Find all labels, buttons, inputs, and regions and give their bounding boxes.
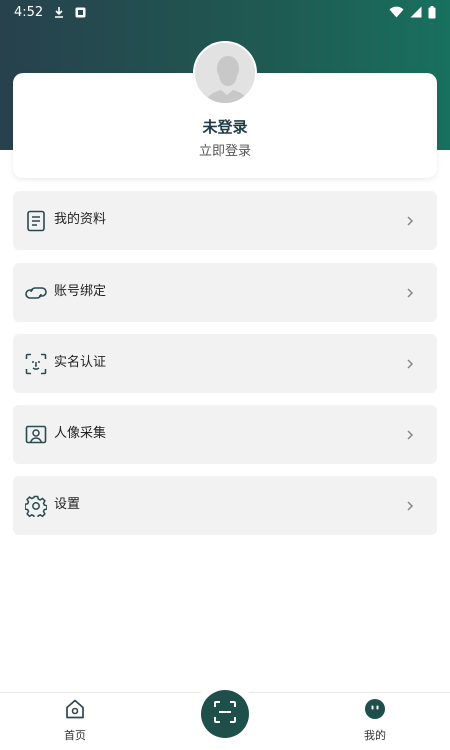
signal-icon bbox=[410, 6, 422, 18]
nav-tab-mine[interactable]: 我的 bbox=[350, 698, 400, 744]
scan-icon bbox=[213, 700, 237, 728]
nav-tab-home[interactable]: 首页 bbox=[50, 698, 100, 744]
document-icon bbox=[24, 209, 48, 233]
chevron-right-icon bbox=[403, 427, 417, 441]
nav-label-mine: 我的 bbox=[364, 729, 386, 742]
portrait-icon bbox=[24, 423, 48, 447]
gear-icon bbox=[24, 494, 48, 518]
login-now-link[interactable]: 立即登录 bbox=[0, 140, 450, 159]
wifi-icon bbox=[389, 6, 404, 18]
menu-item-label: 设置 bbox=[54, 497, 81, 512]
status-time: 4:52 bbox=[14, 4, 44, 20]
menu-item-label: 账号绑定 bbox=[54, 284, 107, 299]
scan-button[interactable] bbox=[201, 690, 249, 738]
chevron-right-icon bbox=[403, 356, 417, 370]
chevron-right-icon bbox=[403, 498, 417, 512]
chat-bubble-icon bbox=[364, 698, 386, 724]
link-icon bbox=[24, 281, 48, 305]
scan-button-wrapper bbox=[193, 682, 257, 746]
notification-app-icon bbox=[75, 7, 86, 18]
menu-item-settings[interactable]: 设置 bbox=[13, 476, 437, 535]
face-scan-icon bbox=[24, 352, 48, 376]
menu-item-portrait-collection[interactable]: 人像采集 bbox=[13, 405, 437, 464]
menu-item-label: 我的资料 bbox=[54, 212, 107, 227]
chevron-right-icon bbox=[403, 213, 417, 227]
login-status-title: 未登录 bbox=[202, 118, 248, 136]
avatar[interactable] bbox=[193, 41, 257, 105]
menu-item-my-profile[interactable]: 我的资料 bbox=[13, 191, 437, 250]
nav-label-home: 首页 bbox=[64, 729, 86, 742]
home-icon bbox=[64, 698, 86, 724]
menu-item-real-name-verification[interactable]: 实名认证 bbox=[13, 334, 437, 393]
menu-item-account-binding[interactable]: 账号绑定 bbox=[13, 263, 437, 322]
battery-icon bbox=[428, 5, 436, 19]
status-bar: 4:52 bbox=[0, 0, 450, 24]
download-icon bbox=[53, 6, 65, 18]
menu-item-label: 人像采集 bbox=[54, 426, 107, 441]
menu-item-label: 实名认证 bbox=[54, 355, 107, 370]
chevron-right-icon bbox=[403, 285, 417, 299]
